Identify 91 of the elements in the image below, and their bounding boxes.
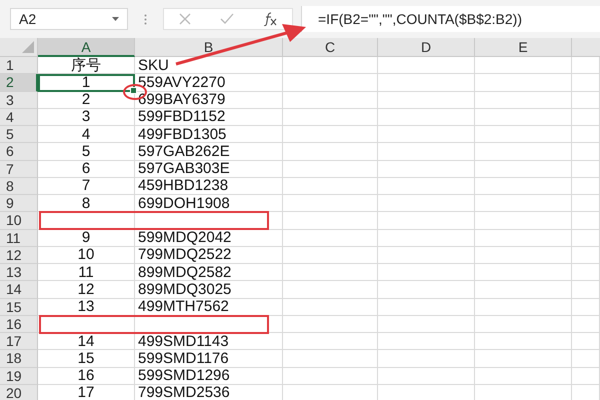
table-cell: 899MDQ2582 bbox=[135, 264, 283, 282]
table-cell bbox=[572, 316, 600, 333]
table-cell bbox=[572, 57, 600, 74]
table-cell bbox=[572, 298, 600, 316]
table-cell: 6 bbox=[38, 160, 135, 178]
name-box[interactable]: A2 bbox=[10, 8, 128, 30]
row-header[interactable]: 20 bbox=[0, 384, 38, 400]
table-cell: 1 bbox=[38, 74, 135, 92]
column-header[interactable]: B bbox=[135, 38, 283, 57]
row-header[interactable]: 4 bbox=[0, 108, 38, 126]
table-cell: 799SMD2536 bbox=[135, 384, 283, 400]
table-cell bbox=[572, 143, 600, 160]
table-cell: 4 bbox=[38, 126, 135, 144]
table-cell bbox=[572, 195, 600, 212]
table-cell bbox=[572, 108, 600, 126]
cancel-icon[interactable] bbox=[178, 13, 192, 25]
table-cell bbox=[572, 212, 600, 230]
column-header[interactable]: C bbox=[283, 38, 378, 57]
row-header[interactable]: 12 bbox=[0, 246, 38, 264]
table-cell: 9 bbox=[38, 230, 135, 247]
table-cell: 599MDQ2042 bbox=[135, 230, 283, 247]
row-header[interactable]: 8 bbox=[0, 178, 38, 195]
table-cell: 597GAB303E bbox=[135, 160, 283, 178]
column-header[interactable]: D bbox=[378, 38, 475, 57]
row-header[interactable]: 9 bbox=[0, 195, 38, 212]
table-cell bbox=[572, 246, 600, 264]
column-header[interactable] bbox=[572, 38, 600, 57]
table-cell: 序号 bbox=[38, 57, 135, 74]
table-cell bbox=[572, 350, 600, 368]
table-cell: 599SMD1296 bbox=[135, 368, 283, 385]
triangle-icon bbox=[22, 41, 34, 53]
caret-icon bbox=[112, 17, 119, 21]
row-header[interactable]: 1 bbox=[0, 57, 38, 74]
table-cell: 2 bbox=[38, 92, 135, 109]
table-cell: 599SMD1176 bbox=[135, 350, 283, 368]
table-cell: 5 bbox=[38, 143, 135, 160]
column-header[interactable]: A bbox=[38, 38, 135, 57]
table-cell: 16 bbox=[38, 368, 135, 385]
table-cell: 10 bbox=[38, 246, 135, 264]
row-header[interactable]: 13 bbox=[0, 264, 38, 282]
row-header[interactable]: 5 bbox=[0, 126, 38, 144]
row-header[interactable]: 2 bbox=[0, 74, 38, 92]
table-cell: 13 bbox=[38, 298, 135, 316]
table-cell: 597GAB262E bbox=[135, 143, 283, 160]
table-cell: 459HBD1238 bbox=[135, 178, 283, 195]
table-cell: 559AVY2270 bbox=[135, 74, 283, 92]
table-cell: 11 bbox=[38, 264, 135, 282]
table-cell bbox=[572, 92, 600, 109]
table-cell: 17 bbox=[38, 384, 135, 400]
fill-handle[interactable] bbox=[130, 86, 137, 94]
table-cell bbox=[572, 264, 600, 282]
table-cell bbox=[572, 333, 600, 350]
table-cell bbox=[572, 178, 600, 195]
row-header[interactable]: 3 bbox=[0, 92, 38, 109]
row-header[interactable]: 10 bbox=[0, 212, 38, 230]
row-header[interactable]: 19 bbox=[0, 368, 38, 385]
table-cell bbox=[572, 126, 600, 144]
table-cell bbox=[572, 368, 600, 385]
table-cell bbox=[572, 74, 600, 92]
function-icon[interactable] bbox=[262, 12, 278, 26]
table-cell: 7 bbox=[38, 178, 135, 195]
table-cell bbox=[572, 230, 600, 247]
table-cell: 699BAY6379 bbox=[135, 92, 283, 109]
row-header[interactable]: 18 bbox=[0, 350, 38, 368]
table-cell: 12 bbox=[38, 281, 135, 298]
row-header[interactable]: 6 bbox=[0, 143, 38, 160]
row-header[interactable]: 11 bbox=[0, 230, 38, 247]
table-cell bbox=[572, 281, 600, 298]
table-cell: 799MDQ2522 bbox=[135, 246, 283, 264]
table-cell: 499MTH7562 bbox=[135, 298, 283, 316]
table-cell: 699DOH1908 bbox=[135, 195, 283, 212]
table-cell: 3 bbox=[38, 108, 135, 126]
row-header[interactable]: 16 bbox=[0, 316, 38, 333]
row-header[interactable]: 15 bbox=[0, 298, 38, 316]
table-cell: 599FBD1152 bbox=[135, 108, 283, 126]
row-header[interactable]: 7 bbox=[0, 160, 38, 178]
table-cell: 899MDQ3025 bbox=[135, 281, 283, 298]
column-header[interactable]: E bbox=[475, 38, 572, 57]
table-cell: SKU bbox=[135, 57, 283, 74]
table-cell: 499SMD1143 bbox=[135, 333, 283, 350]
select-all-corner[interactable] bbox=[0, 38, 38, 57]
table-cell: 8 bbox=[38, 195, 135, 212]
table-cell: 499FBD1305 bbox=[135, 126, 283, 144]
table-cell: 14 bbox=[38, 333, 135, 350]
table-cell: 15 bbox=[38, 350, 135, 368]
row-header[interactable]: 14 bbox=[0, 281, 38, 298]
row-header[interactable]: 17 bbox=[0, 333, 38, 350]
grip-icon bbox=[144, 14, 147, 24]
table-cell bbox=[572, 160, 600, 178]
check-icon[interactable] bbox=[220, 13, 234, 25]
formula-field[interactable]: =IF(B2="","",COUNTA($B$2:B2)) bbox=[301, 6, 600, 32]
